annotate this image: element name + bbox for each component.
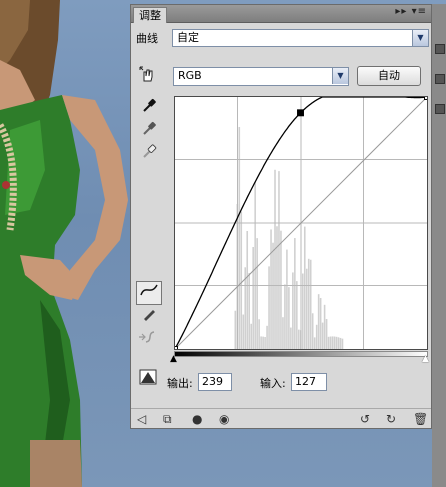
histogram-bar (307, 258, 310, 349)
clip-layer-icon[interactable]: ⧉ (163, 412, 172, 427)
panel-titlebar: 调整 ▸▸ ▾≡ (131, 5, 431, 23)
histogram-bar (264, 337, 266, 349)
histogram-bar (298, 329, 300, 349)
histogram-bar (256, 238, 258, 349)
panel-menu-icon[interactable]: ▸▸ ▾≡ (395, 6, 427, 17)
histogram-bar (282, 317, 284, 349)
histogram-bar (266, 325, 268, 349)
histogram-bar (262, 336, 264, 349)
panel-bottom-toolbar: ◁ ⧉ ● ◉ ↺ ↻ 🗑 (131, 408, 431, 429)
curves-graph[interactable] (174, 96, 428, 350)
preset-select[interactable]: 自定 ▼ (172, 29, 429, 47)
histogram-bar (268, 266, 270, 349)
histogram-bar (315, 324, 318, 349)
histogram-bar (246, 230, 249, 349)
auto-button[interactable]: 自动 (357, 66, 421, 86)
channel-value: RGB (178, 69, 202, 82)
histogram-bar (288, 287, 290, 349)
tab-adjustments[interactable]: 调整 (133, 7, 167, 23)
histogram-bar (321, 322, 324, 349)
back-arrow-icon[interactable]: ◁ (137, 412, 146, 426)
histogram-bar (280, 230, 282, 349)
histogram-bar (305, 268, 308, 349)
black-point-slider[interactable]: ▲ (170, 354, 177, 364)
histogram-bar (327, 336, 330, 349)
histogram-bar (341, 338, 344, 349)
input-gradient-bar (174, 351, 428, 357)
histogram-bar (286, 249, 288, 349)
eye-icon[interactable]: ◉ (219, 412, 229, 426)
histogram-bar (339, 337, 342, 349)
curve-tool-icon[interactable] (136, 281, 162, 305)
chevron-down-icon: ▼ (412, 30, 428, 46)
histogram-bar (337, 337, 340, 349)
chevron-down-icon: ▼ (332, 68, 348, 84)
histogram-bar (242, 314, 245, 349)
histogram-bar (317, 294, 320, 349)
histogram-bar (254, 181, 256, 349)
trash-icon[interactable]: 🗑 (413, 412, 428, 426)
channel-select[interactable]: RGB ▼ (173, 67, 349, 86)
dock-button[interactable] (435, 104, 445, 114)
histogram-bar (319, 298, 322, 349)
histogram-bar (250, 323, 252, 349)
histogram-bar (274, 169, 276, 349)
histogram-bar (294, 238, 296, 349)
eyedropper-white-icon[interactable] (139, 143, 159, 163)
right-dock-strip (432, 4, 446, 487)
histogram-bar (240, 211, 243, 349)
eyedropper-gray-icon[interactable] (139, 120, 159, 140)
histogram-bar (309, 259, 312, 349)
histogram-bar (238, 127, 241, 349)
histogram-bar (234, 310, 237, 349)
smooth-icon[interactable] (137, 329, 157, 349)
histogram-bar (323, 304, 326, 349)
histogram-bar (272, 242, 274, 349)
histogram-bar (311, 313, 314, 349)
output-field[interactable]: 239 (198, 373, 232, 391)
curve-point[interactable] (424, 96, 428, 100)
histogram-bar (258, 319, 260, 349)
histogram-bar (296, 281, 298, 349)
view-previous-icon[interactable]: ↺ (360, 412, 370, 426)
histogram-bar (260, 336, 262, 349)
preset-value: 自定 (177, 31, 199, 44)
curve-point[interactable] (174, 346, 178, 350)
hand-arrows-icon[interactable] (137, 65, 157, 85)
clipping-warning-icon[interactable] (138, 369, 158, 389)
histogram-bar (278, 171, 280, 349)
input-label: 输入: (260, 377, 286, 390)
preset-label: 曲线 (136, 32, 158, 45)
white-point-slider[interactable]: ▲ (422, 354, 429, 364)
histogram-bar (335, 336, 338, 349)
histogram-bar (290, 327, 292, 349)
pencil-icon[interactable] (139, 306, 159, 326)
histogram-bar (292, 272, 294, 349)
selected-curve-point[interactable] (297, 109, 304, 117)
histogram-bar (270, 229, 272, 349)
histogram-bar (313, 337, 316, 349)
output-label: 输出: (167, 377, 193, 390)
histogram-bar (276, 226, 278, 349)
histogram-bar (329, 336, 332, 349)
histogram-bar (284, 284, 286, 349)
histogram-bar (252, 246, 254, 349)
eyedropper-black-icon[interactable] (139, 97, 159, 117)
histogram-bar (331, 336, 334, 349)
histogram-bar (248, 272, 251, 349)
histogram-bar (325, 319, 328, 349)
visibility-dot-icon[interactable]: ● (192, 412, 202, 426)
input-field[interactable]: 127 (291, 373, 327, 391)
dock-button[interactable] (435, 74, 445, 84)
histogram-bar (301, 273, 304, 349)
reset-icon[interactable]: ↻ (386, 412, 396, 426)
histogram-bar (303, 226, 306, 349)
histogram-bar (333, 336, 336, 349)
dock-button[interactable] (435, 44, 445, 54)
histogram (234, 127, 344, 349)
adjustments-panel: 调整 ▸▸ ▾≡ 曲线 自定 ▼ RGB ▼ 自动 ▲ ▲ 输出: 239 输入… (130, 4, 432, 429)
